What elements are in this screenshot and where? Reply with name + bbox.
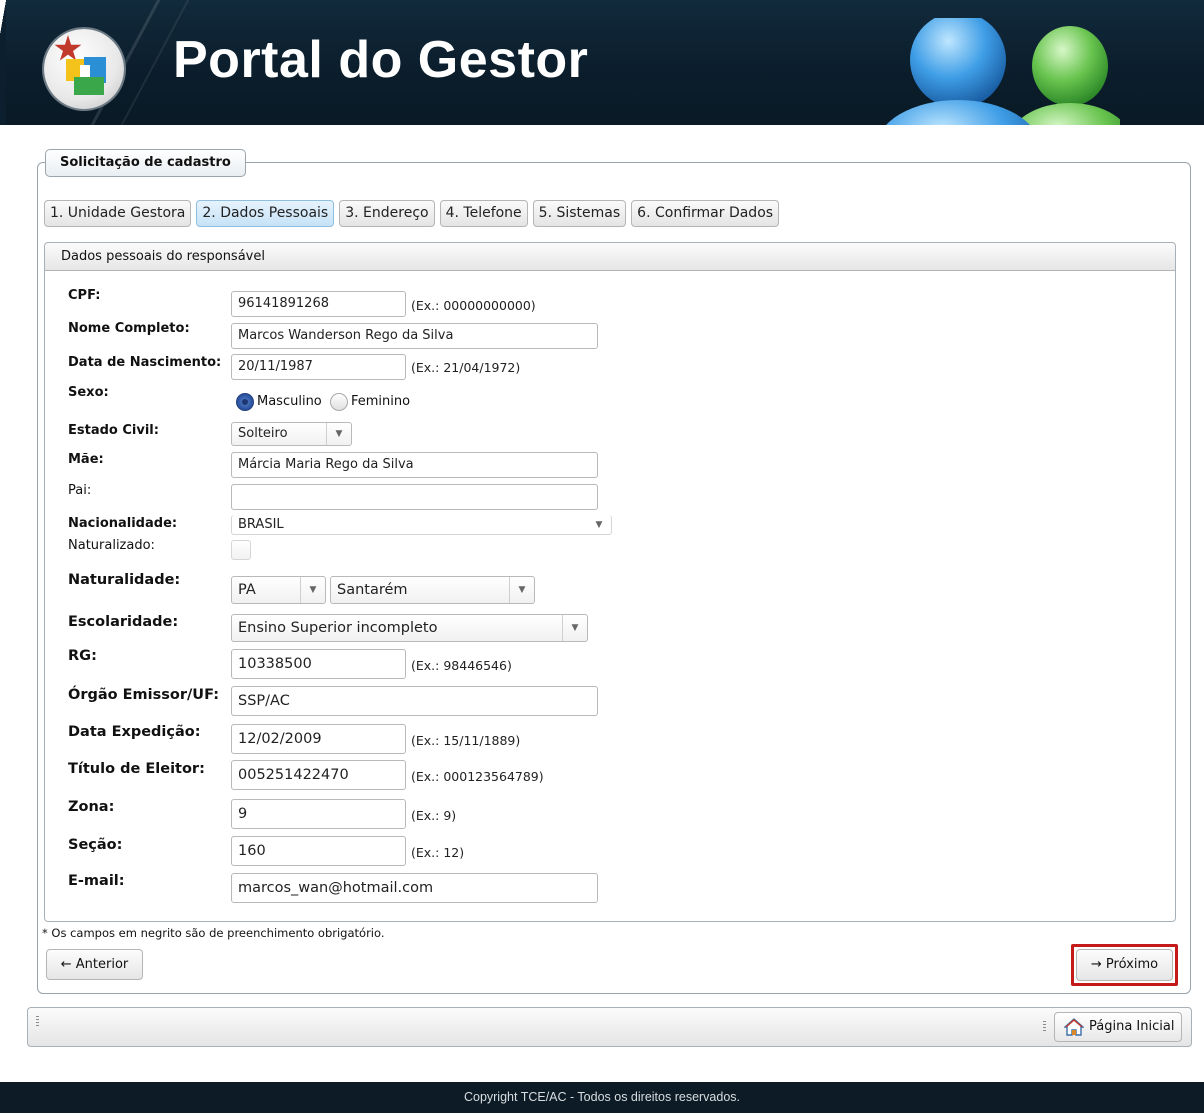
personal-data-panel: Dados pessoais do responsável — [44, 242, 1176, 922]
chevron-down-icon: ▼ — [300, 577, 325, 603]
cpf-label: CPF: — [68, 288, 101, 303]
portal-logo-icon — [44, 29, 124, 109]
tab-confirmar-dados[interactable]: 6. Confirmar Dados — [631, 200, 780, 227]
naturalidade-label: Naturalidade: — [68, 572, 181, 588]
pai-label: Pai: — [68, 483, 92, 498]
naturalizado-label: Naturalizado: — [68, 538, 155, 553]
nascimento-label: Data de Nascimento: — [68, 355, 222, 370]
expedicao-label: Data Expedição: — [68, 724, 201, 740]
mae-input[interactable]: Márcia Maria Rego da Silva — [231, 452, 598, 478]
naturalidade-uf-select[interactable]: PA ▼ — [231, 576, 326, 604]
radio-feminino-label: Feminino — [351, 394, 411, 409]
nascimento-example: (Ex.: 21/04/1972) — [411, 360, 521, 375]
sexo-label: Sexo: — [68, 385, 109, 400]
chevron-down-icon: ▼ — [595, 520, 603, 530]
rg-label: RG: — [68, 648, 97, 664]
nacionalidade-select[interactable]: BRASIL ▼ — [231, 515, 612, 535]
chevron-down-icon: ▼ — [326, 423, 351, 445]
nome-label: Nome Completo: — [68, 321, 190, 336]
zona-input[interactable]: 9 — [231, 799, 406, 829]
estado-civil-select[interactable]: Solteiro ▼ — [231, 422, 352, 446]
orgao-input[interactable]: SSP/AC — [231, 686, 598, 716]
tab-sistemas[interactable]: 5. Sistemas — [532, 200, 627, 227]
nacionalidade-label: Nacionalidade: — [68, 516, 178, 531]
zona-label: Zona: — [68, 799, 115, 815]
mae-label: Mãe: — [68, 452, 104, 467]
footer-copyright: Copyright TCE/AC - Todos os direitos res… — [0, 1082, 1204, 1113]
tab-endereco[interactable]: 3. Endereço — [339, 200, 435, 227]
nacionalidade-value: BRASIL — [238, 517, 284, 532]
panel-title: Dados pessoais do responsável — [45, 243, 1175, 271]
tab-unidade-gestora[interactable]: 1. Unidade Gestora — [44, 200, 192, 227]
radio-masculino[interactable] — [236, 393, 254, 411]
cpf-input[interactable]: 96141891268 — [231, 291, 406, 317]
rg-input[interactable]: 10338500 — [231, 649, 406, 679]
toolbar-grip-icon — [1043, 1021, 1046, 1033]
users-icon — [886, 18, 1120, 125]
secao-label: Seção: — [68, 837, 123, 853]
wizard-tabs: 1. Unidade Gestora 2. Dados Pessoais 3. … — [44, 200, 780, 227]
naturalidade-cidade-select[interactable]: Santarém ▼ — [330, 576, 535, 604]
home-icon — [1064, 1018, 1084, 1036]
toolbar-grip-icon — [36, 1016, 39, 1028]
escolaridade-label: Escolaridade: — [68, 614, 179, 630]
orgao-label: Órgão Emissor/UF: — [68, 687, 219, 703]
email-label: E-mail: — [68, 873, 125, 889]
home-button[interactable]: Página Inicial — [1054, 1012, 1182, 1042]
titulo-example: (Ex.: 000123564789) — [411, 769, 544, 784]
fieldset-legend: Solicitação de cadastro — [45, 149, 246, 177]
previous-button[interactable]: ← Anterior — [46, 949, 143, 980]
naturalizado-checkbox[interactable] — [231, 540, 251, 560]
chevron-down-icon: ▼ — [562, 615, 587, 641]
nome-input[interactable]: Marcos Wanderson Rego da Silva — [231, 323, 598, 349]
titulo-label: Título de Eleitor: — [68, 761, 205, 777]
bottom-toolbar — [27, 1007, 1192, 1047]
secao-example: (Ex.: 12) — [411, 845, 465, 860]
zona-example: (Ex.: 9) — [411, 808, 457, 823]
tab-telefone[interactable]: 4. Telefone — [439, 200, 528, 227]
radio-feminino[interactable] — [330, 393, 348, 411]
chevron-down-icon: ▼ — [509, 577, 534, 603]
rg-example: (Ex.: 98446546) — [411, 658, 512, 673]
expedicao-input[interactable]: 12/02/2009 — [231, 724, 406, 754]
escolaridade-value: Ensino Superior incompleto — [238, 620, 438, 636]
required-fields-note: * Os campos em negrito são de preenchime… — [42, 926, 385, 940]
naturalidade-cidade-value: Santarém — [337, 582, 408, 598]
estado-civil-value: Solteiro — [238, 426, 288, 441]
cpf-example: (Ex.: 00000000000) — [411, 298, 536, 313]
email-input[interactable]: marcos_wan@hotmail.com — [231, 873, 598, 903]
next-button[interactable]: → Próximo — [1076, 949, 1173, 981]
home-button-label: Página Inicial — [1089, 1019, 1175, 1034]
header-banner: Portal do Gestor — [0, 0, 1204, 125]
nascimento-input[interactable]: 20/11/1987 — [231, 354, 406, 380]
app-title: Portal do Gestor — [173, 31, 589, 89]
tab-dados-pessoais[interactable]: 2. Dados Pessoais — [196, 200, 335, 227]
pai-input[interactable] — [231, 484, 598, 510]
secao-input[interactable]: 160 — [231, 836, 406, 866]
estado-civil-label: Estado Civil: — [68, 423, 159, 438]
radio-masculino-label: Masculino — [257, 394, 322, 409]
escolaridade-select[interactable]: Ensino Superior incompleto ▼ — [231, 614, 588, 642]
expedicao-example: (Ex.: 15/11/1889) — [411, 733, 521, 748]
titulo-input[interactable]: 005251422470 — [231, 760, 406, 790]
naturalidade-uf-value: PA — [238, 582, 256, 598]
